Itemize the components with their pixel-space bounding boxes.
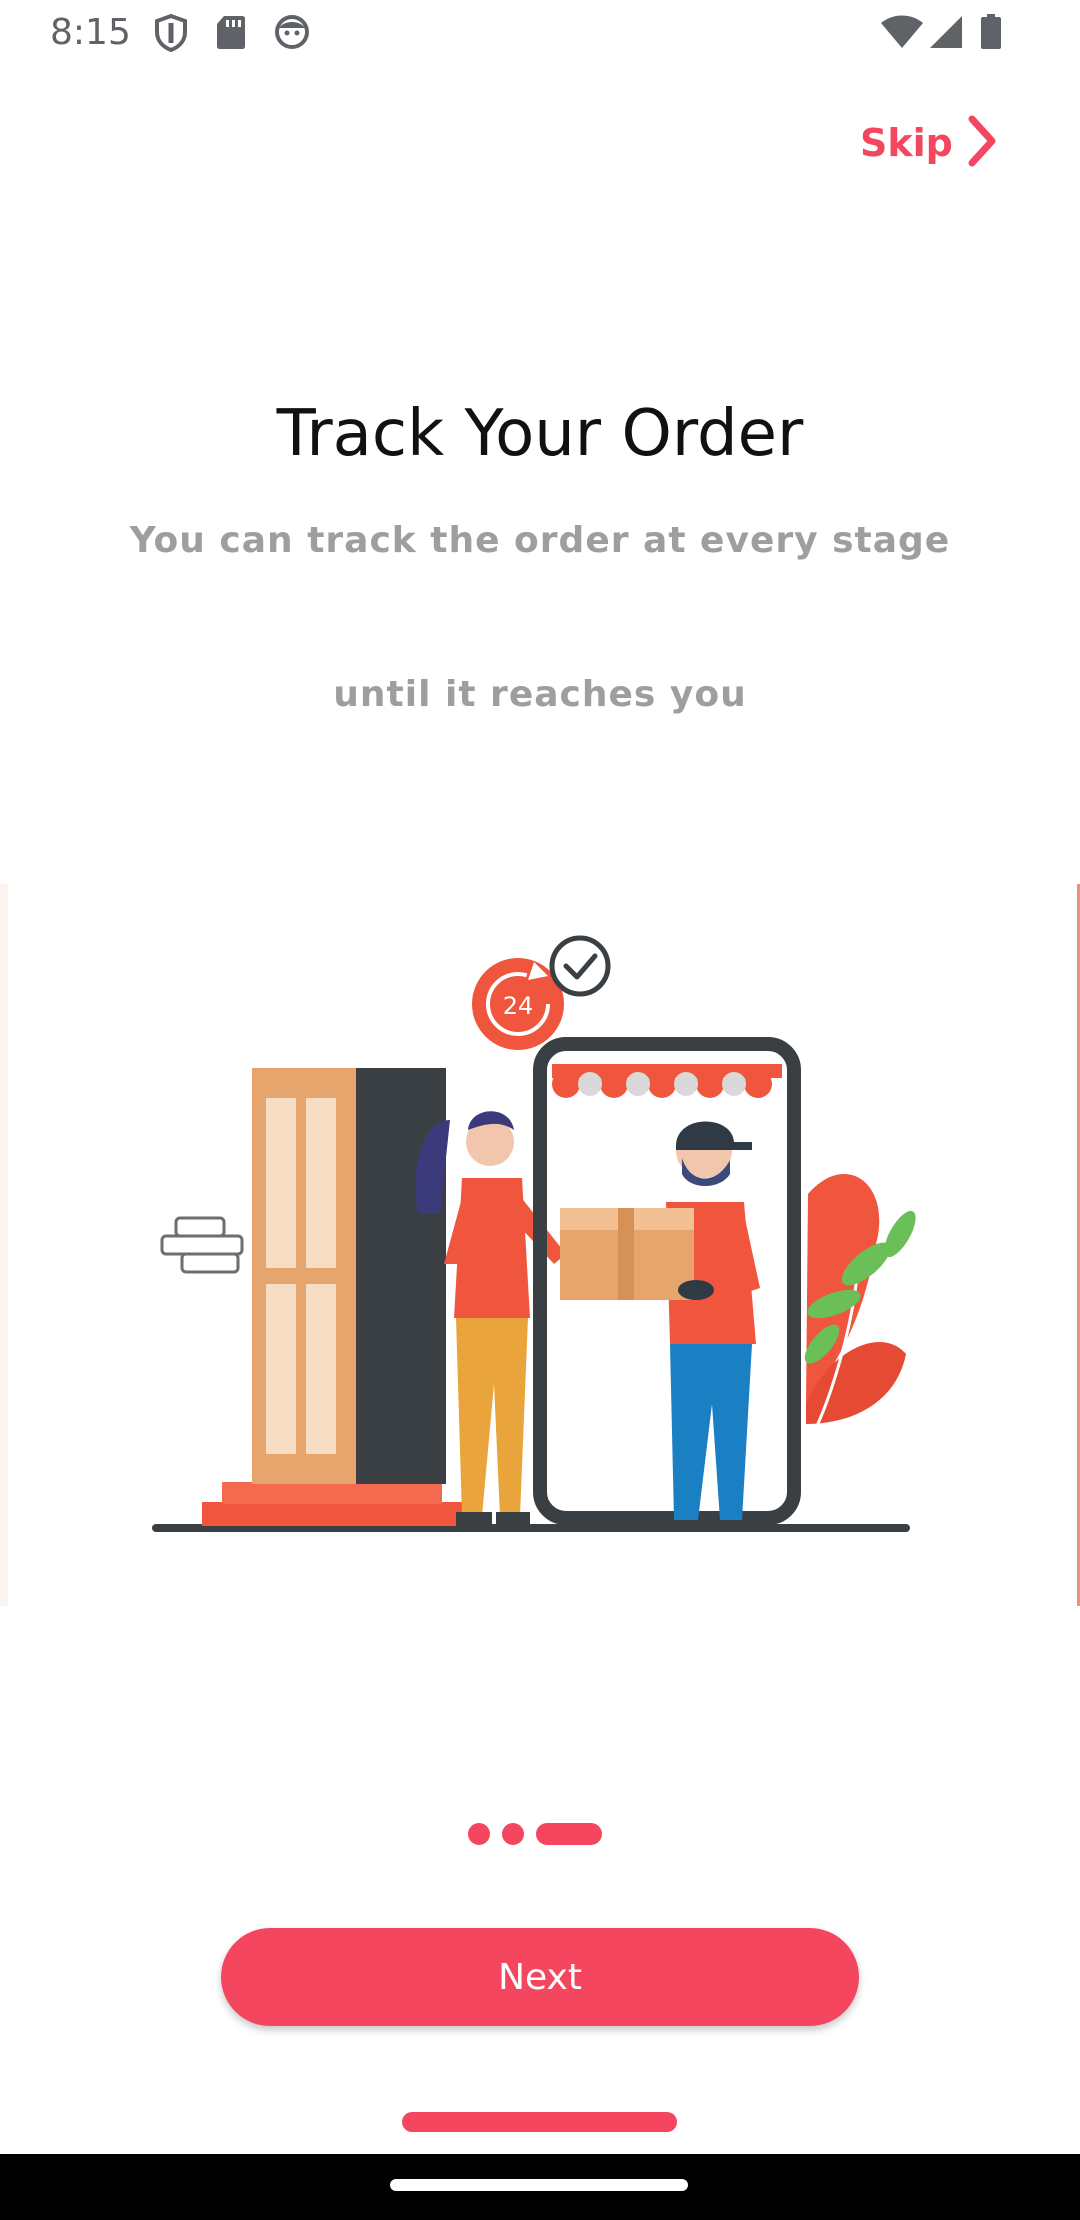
delivery-illustration: 24	[0, 884, 1080, 1606]
onboarding-screen: 8:15 Skip Track Your Order You can track…	[0, 0, 1080, 2220]
status-bar: 8:15	[0, 0, 1080, 66]
shield-icon	[153, 13, 189, 56]
subtitle-line-1: You can track the order at every stage	[129, 520, 951, 561]
next-button[interactable]: Next	[221, 1928, 859, 2026]
page-dot-1	[468, 1823, 490, 1845]
badge-24-text: 24	[503, 992, 534, 1020]
delivery-illustration-art: 24	[152, 935, 916, 1532]
home-gesture-handle[interactable]	[390, 2179, 688, 2191]
face-icon	[274, 14, 310, 54]
battery-icon	[979, 14, 1003, 54]
signal-icon	[928, 14, 964, 54]
page-indicator	[468, 1823, 602, 1845]
bottom-accent-bar	[402, 2112, 677, 2132]
status-time: 8:15	[50, 12, 131, 53]
chevron-right-icon	[967, 115, 997, 171]
subtitle-line-2: until it reaches you	[333, 674, 747, 715]
skip-button[interactable]: Skip	[860, 108, 1010, 178]
next-button-label: Next	[498, 1956, 582, 1998]
skip-label: Skip	[860, 121, 953, 165]
page-dot-3-active	[536, 1823, 602, 1845]
sd-card-icon	[216, 14, 246, 54]
wifi-icon	[880, 14, 924, 54]
page-title: Track Your Order	[276, 397, 804, 471]
page-dot-2	[502, 1823, 524, 1845]
